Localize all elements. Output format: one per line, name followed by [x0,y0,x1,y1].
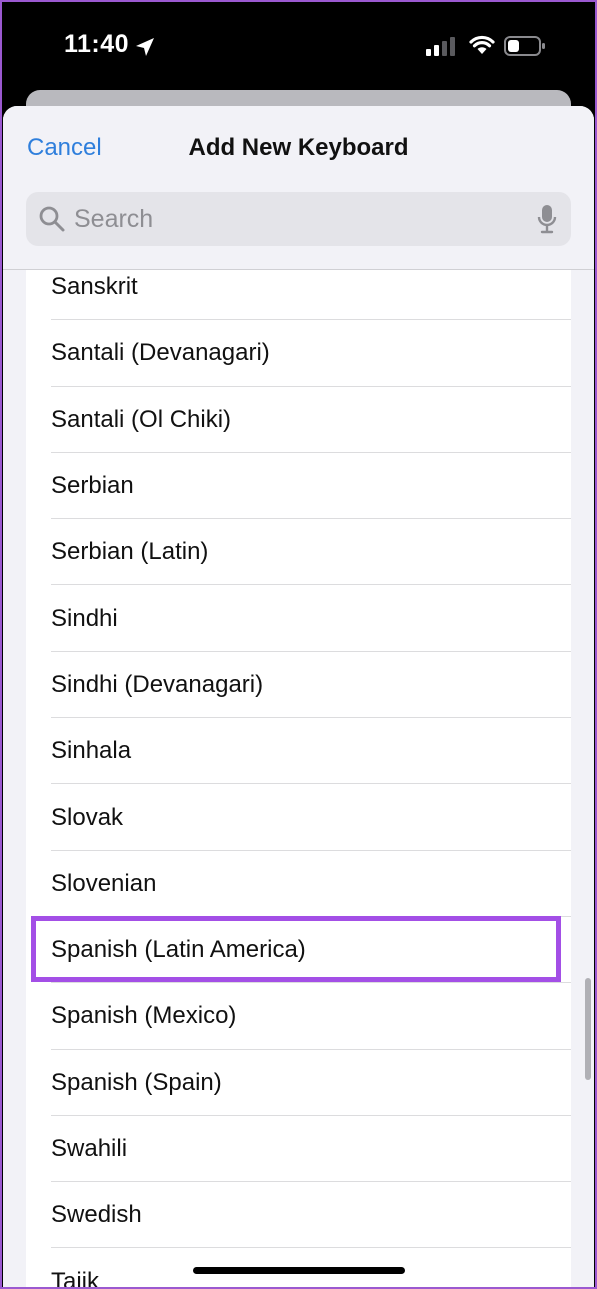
list-item-label: Swedish [51,1201,142,1229]
list-item-label: Sindhi (Devanagari) [51,670,264,698]
wifi-icon [469,35,495,54]
cellular-signal-icon [426,37,455,56]
list-item[interactable]: Swedish [26,1182,571,1249]
list-item[interactable]: Spanish (Spain) [26,1050,571,1116]
list-item-label: Spanish (Latin America) [51,936,306,964]
list-item-label: Santali (Ol Chiki) [51,405,232,433]
list-item-label: Serbian [51,472,134,500]
list-item[interactable]: Slovenian [26,851,571,917]
list-item[interactable]: Santali (Ol Chiki) [26,387,571,453]
home-indicator[interactable] [193,1267,405,1274]
list-item-label: Sinhala [51,737,132,765]
list-item-label: Spanish (Spain) [51,1068,222,1096]
list-item[interactable]: Sindhi [26,586,571,652]
scrollbar-thumb[interactable] [585,978,591,1080]
navigation-bar: Cancel Add New Keyboard Search [3,106,594,270]
list-item[interactable]: Santali (Devanagari) [26,320,571,387]
page-title: Add New Keyboard [188,134,409,161]
search-icon [39,206,65,232]
search-placeholder: Search [74,205,154,233]
list-item-label: Serbian (Latin) [51,538,209,566]
list-item-label: Spanish (Mexico) [51,1002,237,1030]
list-item[interactable]: Swahili [26,1116,571,1183]
search-field[interactable]: Search [26,192,571,246]
battery-icon [504,36,545,56]
status-time: 11:40 [64,30,130,58]
list-item[interactable]: Sindhi (Devanagari) [26,652,571,719]
list-item-spanish-latin-america[interactable]: Spanish (Latin America) [26,917,571,984]
list-item-label: Slovak [51,803,124,831]
add-keyboard-sheet: Cancel Add New Keyboard Search Sanskrit … [3,106,594,1289]
list-item[interactable]: Sinhala [26,718,571,785]
list-item[interactable]: Serbian [26,453,571,520]
list-item-label: Slovenian [51,869,157,897]
language-list: Sanskrit Santali (Devanagari) Santali (O… [26,270,571,1289]
microphone-icon[interactable] [537,204,557,234]
list-item-label: Swahili [51,1135,128,1163]
list-item-label: Tajik [51,1267,100,1289]
list-item[interactable]: Serbian (Latin) [26,519,571,586]
list-item[interactable]: Slovak [26,784,571,851]
location-arrow-icon [136,38,154,56]
status-bar: 11:40 [0,0,597,92]
list-item-label: Sindhi [51,604,118,632]
list-item-label: Santali (Devanagari) [51,339,270,367]
list-item[interactable]: Spanish (Mexico) [26,983,571,1050]
